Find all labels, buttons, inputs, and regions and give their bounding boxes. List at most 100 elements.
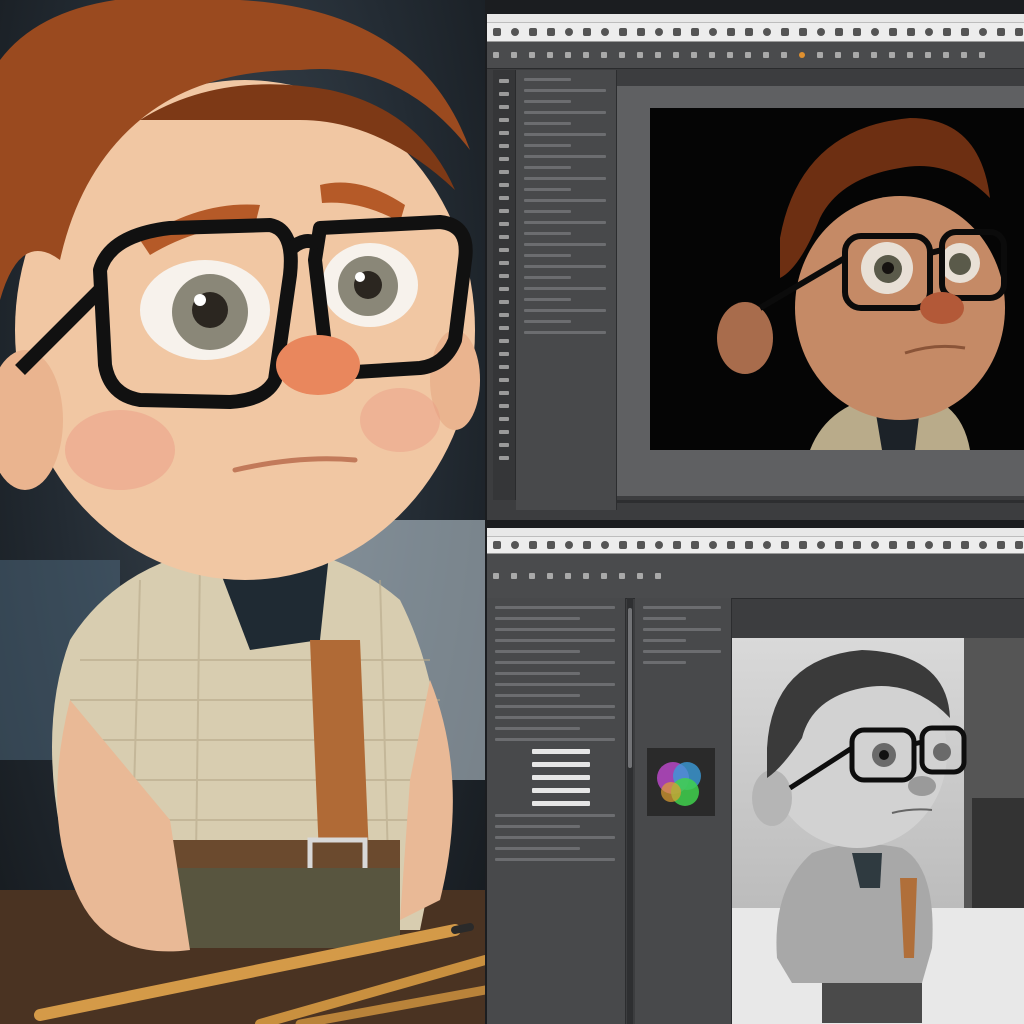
scrollbar-thumb[interactable] [628,608,632,768]
option-icon[interactable] [943,52,949,58]
panel-row[interactable] [495,683,615,686]
option-icon[interactable] [655,573,661,579]
tool-button[interactable] [499,417,509,421]
panel-row-selected[interactable] [532,775,590,780]
tool-button[interactable] [499,261,509,265]
panel-row[interactable] [524,133,606,136]
option-icon[interactable] [691,52,697,58]
tool-button[interactable] [499,79,509,83]
tool-button[interactable] [499,131,509,135]
tool-button[interactable] [499,365,509,369]
tool-button[interactable] [499,274,509,278]
panel-row[interactable] [495,672,580,675]
tool-icon[interactable] [853,28,861,36]
panel-row[interactable] [524,254,571,257]
tool-icon[interactable] [637,541,645,549]
panel-row[interactable] [524,232,571,235]
tool-icon[interactable] [799,28,807,36]
tool-icon[interactable] [601,541,609,549]
tool-button[interactable] [499,248,509,252]
panel-row[interactable] [524,309,606,312]
tool-icon[interactable] [889,28,897,36]
option-icon[interactable] [619,52,625,58]
panel-row[interactable] [495,814,615,817]
option-icon[interactable] [565,52,571,58]
tool-icon[interactable] [943,541,951,549]
option-icon[interactable] [871,52,877,58]
panel-row[interactable] [495,661,615,664]
canvas-document[interactable] [650,108,1024,450]
option-icon[interactable] [763,52,769,58]
panel-row[interactable] [495,825,580,828]
tool-icon[interactable] [745,28,753,36]
option-icon[interactable] [547,573,553,579]
panel-row[interactable] [495,650,580,653]
tool-button[interactable] [499,92,509,96]
tool-icon[interactable] [727,28,735,36]
option-icon[interactable] [583,52,589,58]
panel-row[interactable] [643,661,686,664]
option-icon[interactable] [547,52,553,58]
tool-icon[interactable] [1015,541,1023,549]
tool-icon[interactable] [817,541,825,549]
tool-icon[interactable] [907,28,915,36]
option-icon[interactable] [655,52,661,58]
option-icon[interactable] [745,52,751,58]
panel-row[interactable] [495,628,615,631]
option-icon[interactable] [529,573,535,579]
panel-row[interactable] [524,287,606,290]
tool-button[interactable] [499,313,509,317]
option-icon[interactable] [511,573,517,579]
tool-button[interactable] [499,339,509,343]
color-picker[interactable] [647,748,715,816]
panel-row[interactable] [495,617,580,620]
tool-icon[interactable] [637,28,645,36]
panel-row[interactable] [524,199,606,202]
panel-row[interactable] [524,111,606,114]
panel-row[interactable] [524,78,571,81]
tool-button[interactable] [499,443,509,447]
tool-button[interactable] [499,404,509,408]
canvas-document[interactable] [732,638,1024,1024]
tool-icon[interactable] [655,28,663,36]
option-icon[interactable] [907,52,913,58]
panel-row[interactable] [524,331,606,334]
panel-row[interactable] [524,155,606,158]
panel-row[interactable] [524,122,571,125]
panel-row[interactable] [495,716,615,719]
tool-icon[interactable] [547,28,555,36]
option-icon[interactable] [529,52,535,58]
option-icon[interactable] [601,52,607,58]
panel-row[interactable] [524,100,571,103]
tool-icon[interactable] [655,541,663,549]
panel-row[interactable] [495,727,580,730]
tool-icon[interactable] [709,28,717,36]
panel-row[interactable] [524,188,571,191]
tool-button[interactable] [499,144,509,148]
option-icon[interactable] [817,52,823,58]
tool-icon[interactable] [745,541,753,549]
panel-row[interactable] [495,836,615,839]
option-icon[interactable] [835,52,841,58]
tool-icon[interactable] [619,28,627,36]
tool-icon[interactable] [835,541,843,549]
tool-icon[interactable] [763,28,771,36]
tool-button[interactable] [499,326,509,330]
tool-button[interactable] [499,118,509,122]
panel-row[interactable] [495,694,580,697]
panel-row[interactable] [643,606,721,609]
tool-button[interactable] [499,196,509,200]
tool-icon[interactable] [979,541,987,549]
tool-icon[interactable] [781,541,789,549]
tool-icon[interactable] [853,541,861,549]
tool-icon[interactable] [709,541,717,549]
panel-row[interactable] [524,243,606,246]
panel-row[interactable] [524,265,606,268]
tool-icon[interactable] [727,541,735,549]
tool-icon[interactable] [583,28,591,36]
panel-row[interactable] [495,858,615,861]
option-icon[interactable] [925,52,931,58]
tool-button[interactable] [499,391,509,395]
tool-icon[interactable] [889,541,897,549]
panel-row[interactable] [643,617,686,620]
